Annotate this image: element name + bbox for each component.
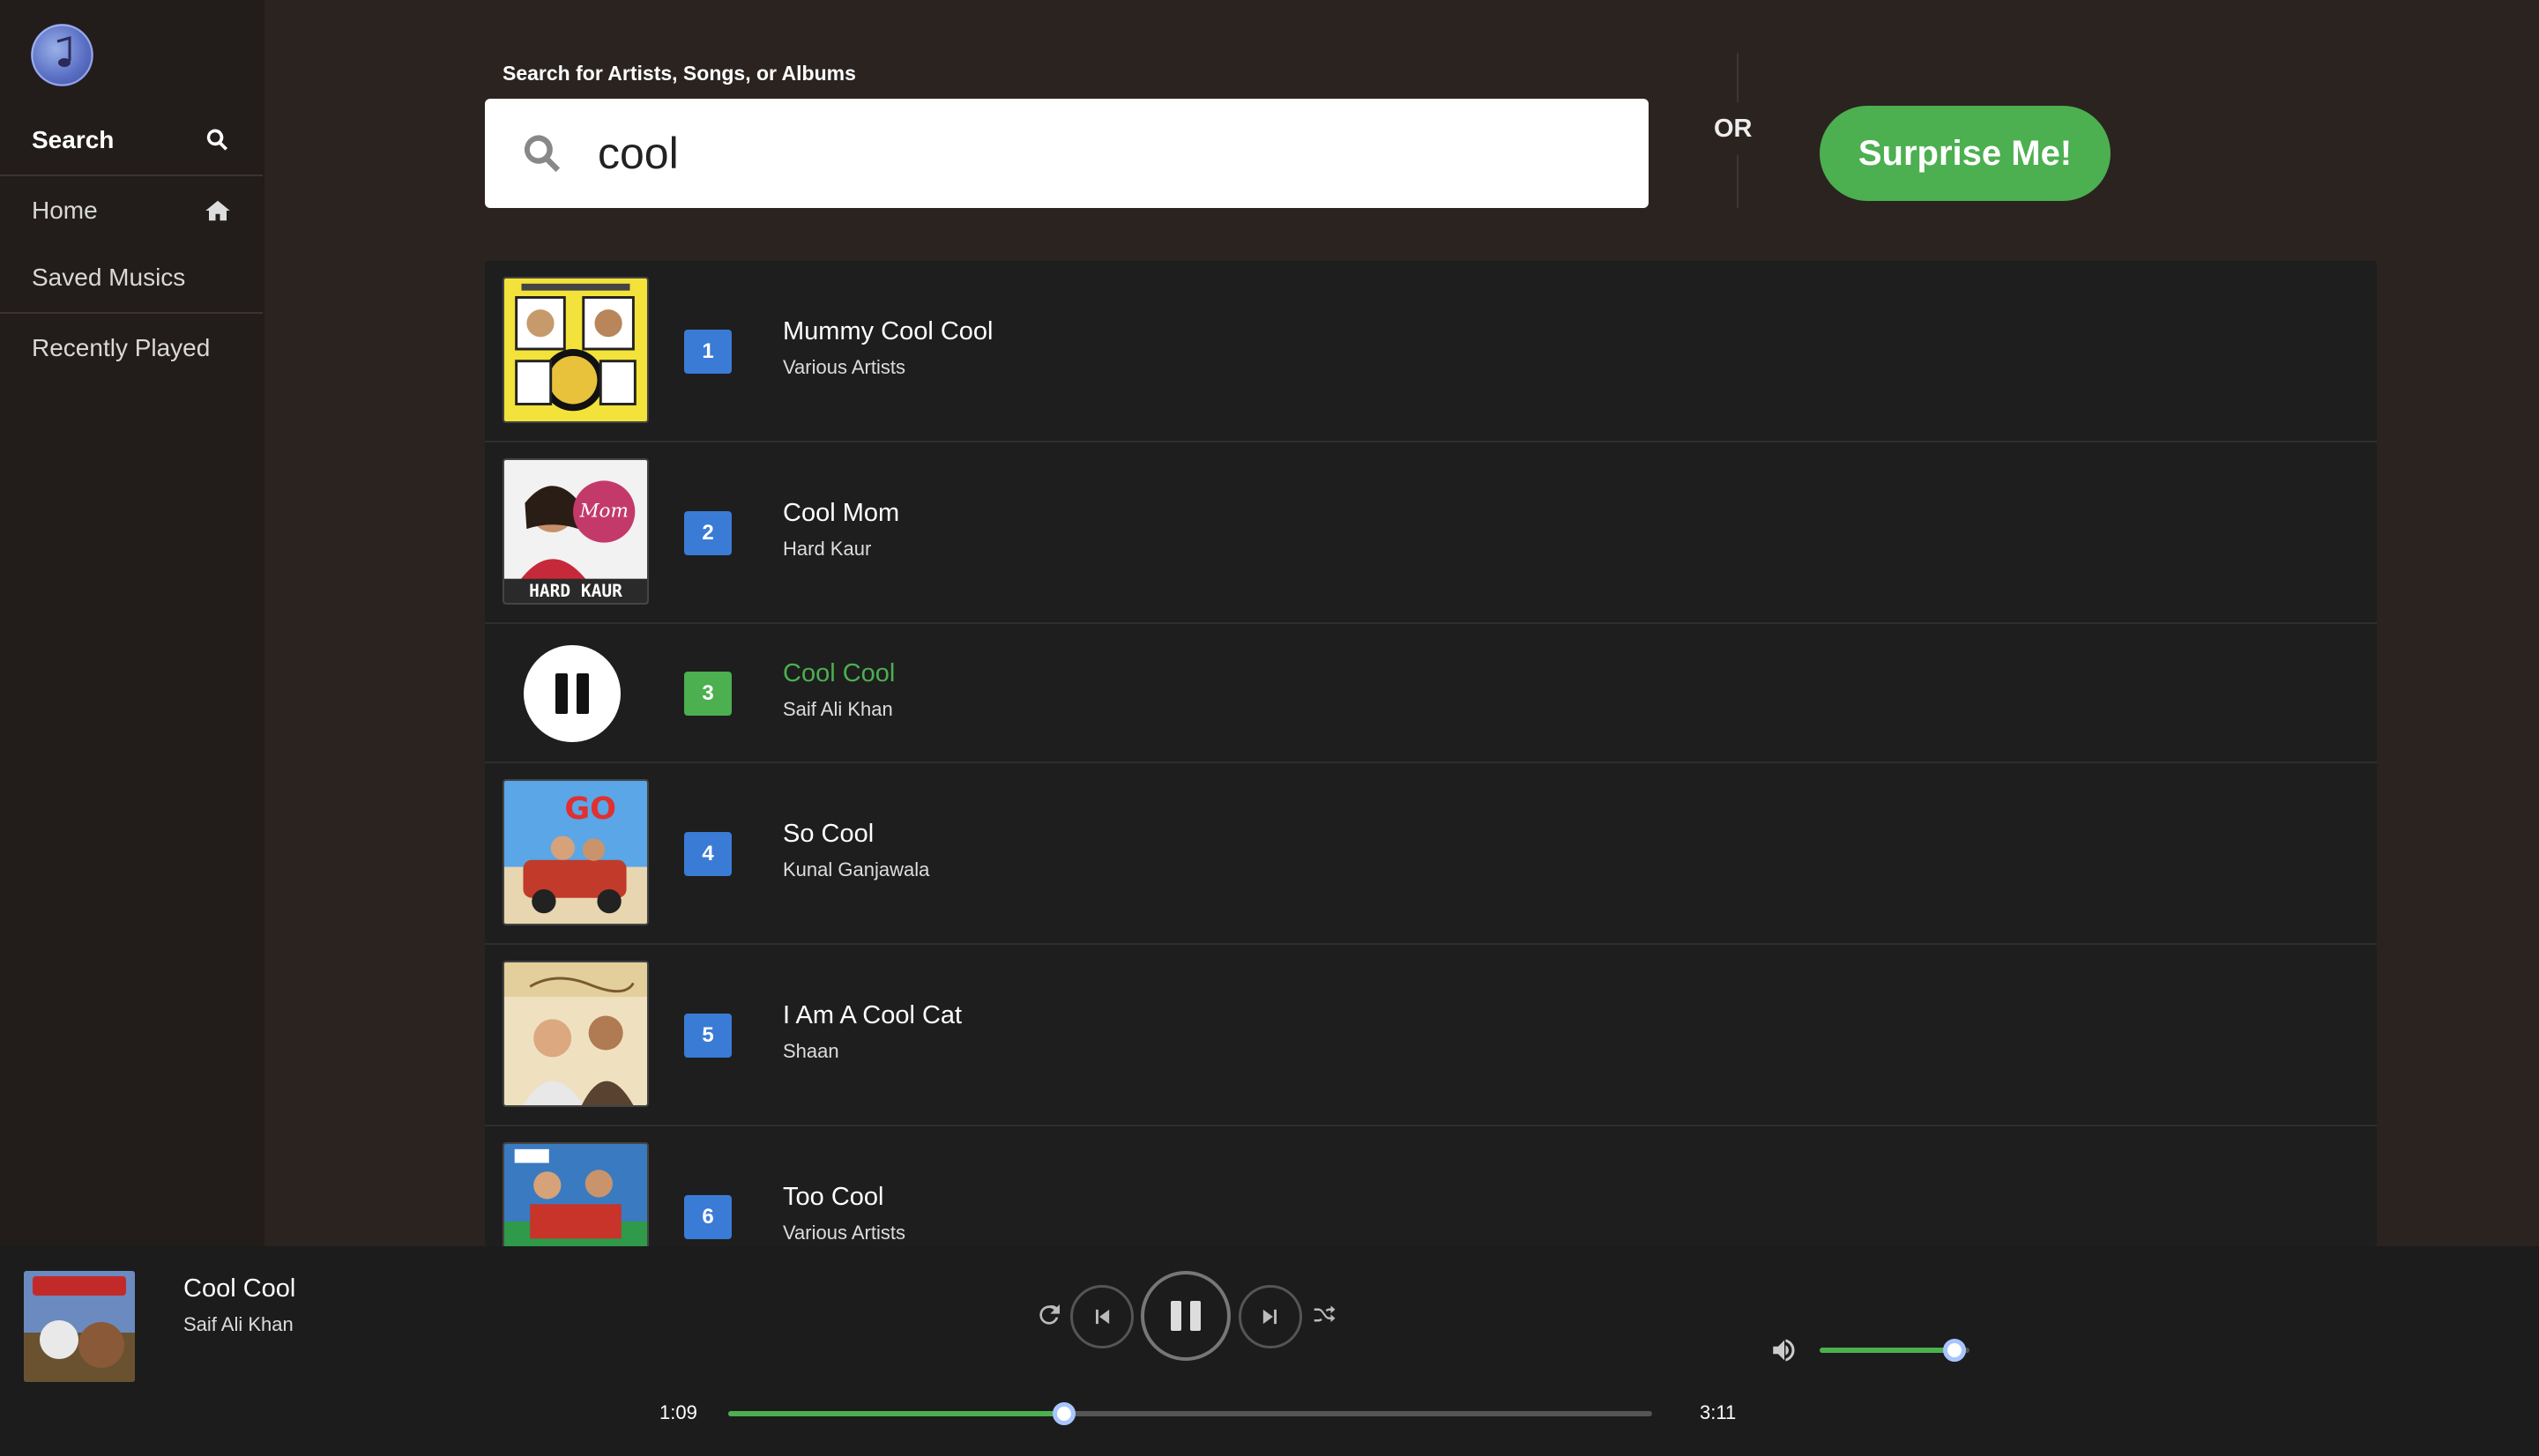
sidebar-item-label: Saved Musics bbox=[32, 264, 186, 291]
sidebar-item-home[interactable]: Home bbox=[0, 176, 263, 245]
sidebar-item-label: Search bbox=[32, 126, 115, 153]
app-logo[interactable] bbox=[31, 24, 93, 86]
search-label: Search for Artists, Songs, or Albums bbox=[503, 62, 856, 85]
track-number-badge: 4 bbox=[684, 832, 732, 876]
shuffle-icon bbox=[1314, 1305, 1336, 1323]
track-title[interactable]: Too Cool bbox=[783, 1183, 883, 1212]
previous-button[interactable] bbox=[1070, 1285, 1134, 1348]
album-cover bbox=[503, 277, 649, 423]
list-item[interactable]: 1 Mummy Cool Cool Various Artists bbox=[485, 261, 2377, 442]
sidebar: Search Home Saved Musics Recently Played bbox=[0, 0, 264, 1246]
svg-text:Mom: Mom bbox=[579, 500, 629, 522]
home-icon bbox=[205, 200, 230, 221]
music-note-icon bbox=[31, 24, 93, 86]
track-number-badge: 2 bbox=[684, 511, 732, 555]
sidebar-item-recently-played[interactable]: Recently Played bbox=[0, 314, 263, 383]
svg-text:GO: GO bbox=[564, 791, 616, 827]
divider bbox=[1737, 155, 1739, 208]
total-time: 3:11 bbox=[1700, 1401, 1737, 1423]
volume-slider[interactable] bbox=[1820, 1339, 1969, 1362]
track-artist: Saif Ali Khan bbox=[783, 698, 893, 720]
now-playing-artist: Saif Ali Khan bbox=[183, 1313, 294, 1335]
track-title[interactable]: Cool Cool bbox=[783, 659, 895, 688]
track-title[interactable]: Cool Mom bbox=[783, 499, 899, 528]
album-cover bbox=[503, 961, 649, 1107]
volume-button[interactable] bbox=[1767, 1334, 1802, 1366]
track-title[interactable]: So Cool bbox=[783, 820, 874, 849]
or-text: OR bbox=[1714, 115, 1753, 143]
track-number-badge: 5 bbox=[684, 1014, 732, 1058]
progress-knob[interactable] bbox=[1053, 1402, 1076, 1425]
play-pause-button[interactable] bbox=[1141, 1271, 1231, 1361]
search-box[interactable] bbox=[485, 99, 1649, 208]
track-title[interactable]: I Am A Cool Cat bbox=[783, 1001, 962, 1030]
track-artist: Hard Kaur bbox=[783, 538, 872, 560]
pause-icon bbox=[555, 673, 568, 714]
divider bbox=[1737, 53, 1739, 102]
player-bar: Cool Cool Saif Ali Khan 1:09 3:11 bbox=[0, 1246, 2539, 1456]
search-icon bbox=[206, 129, 228, 151]
list-item[interactable]: GO 4 So Cool Kunal Ganjawala bbox=[485, 763, 2377, 945]
results-list: 1 Mummy Cool Cool Various Artists Mom HA… bbox=[485, 261, 2377, 1246]
next-button[interactable] bbox=[1239, 1285, 1302, 1348]
track-number-badge: 6 bbox=[684, 1195, 732, 1239]
progress-bar[interactable] bbox=[728, 1402, 1652, 1425]
repeat-button[interactable] bbox=[1033, 1299, 1065, 1331]
track-title[interactable]: Mummy Cool Cool bbox=[783, 317, 994, 346]
sidebar-item-search[interactable]: Search bbox=[0, 106, 263, 175]
shuffle-button[interactable] bbox=[1308, 1299, 1340, 1331]
pause-button[interactable] bbox=[524, 645, 621, 742]
volume-icon bbox=[1773, 1339, 1795, 1362]
track-artist: Kunal Ganjawala bbox=[783, 858, 930, 880]
volume-fill bbox=[1820, 1348, 1955, 1353]
track-number-badge: 1 bbox=[684, 330, 732, 374]
sidebar-item-label: Recently Played bbox=[32, 334, 211, 361]
track-artist: Various Artists bbox=[783, 1222, 905, 1244]
progress-fill bbox=[728, 1411, 1065, 1416]
list-item-playing[interactable]: 3 Cool Cool Saif Ali Khan bbox=[485, 624, 2377, 763]
sidebar-item-label: Home bbox=[32, 197, 98, 224]
repeat-icon bbox=[1039, 1304, 1060, 1325]
list-item[interactable]: 6 Too Cool Various Artists bbox=[485, 1126, 2377, 1246]
track-artist: Shaan bbox=[783, 1040, 839, 1062]
list-item[interactable]: 5 I Am A Cool Cat Shaan bbox=[485, 945, 2377, 1126]
track-artist: Various Artists bbox=[783, 356, 905, 378]
current-time: 1:09 bbox=[659, 1401, 697, 1423]
search-input[interactable] bbox=[598, 118, 1620, 189]
album-cover bbox=[503, 1142, 649, 1246]
cover-text: HARD KAUR bbox=[529, 581, 622, 601]
now-playing-cover bbox=[24, 1271, 135, 1382]
list-item[interactable]: Mom HARD KAUR 2 Cool Mom Hard Kaur bbox=[485, 442, 2377, 624]
now-playing-title: Cool Cool bbox=[183, 1274, 296, 1303]
album-cover: Mom HARD KAUR bbox=[503, 458, 649, 605]
search-icon bbox=[524, 135, 561, 173]
skip-previous-icon bbox=[1096, 1309, 1110, 1325]
skip-next-icon bbox=[1262, 1309, 1277, 1325]
volume-knob[interactable] bbox=[1943, 1339, 1966, 1362]
album-cover: GO bbox=[503, 779, 649, 925]
track-number-badge: 3 bbox=[684, 672, 732, 716]
sidebar-item-saved-musics[interactable]: Saved Musics bbox=[0, 243, 263, 312]
pause-icon bbox=[1171, 1301, 1181, 1331]
surprise-me-button[interactable]: Surprise Me! bbox=[1820, 106, 2111, 201]
